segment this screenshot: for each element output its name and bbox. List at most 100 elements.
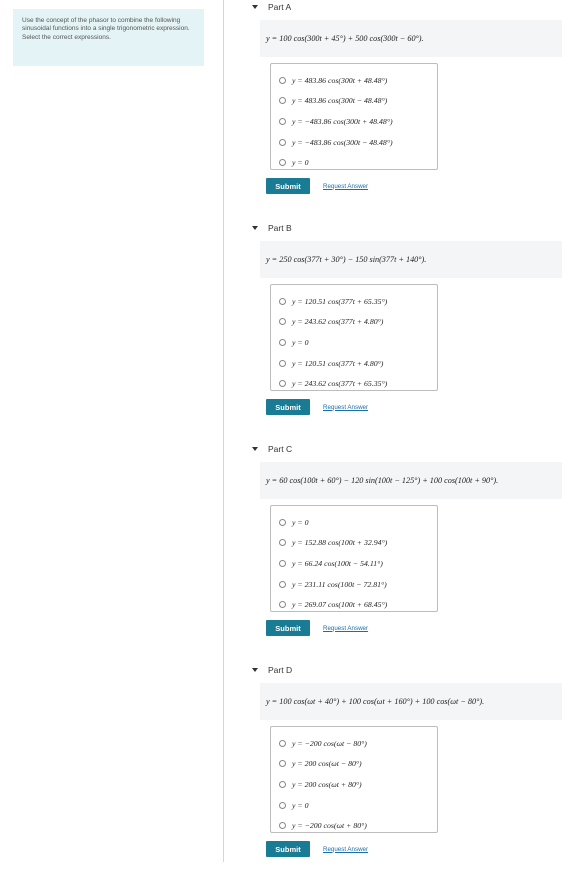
radio-button[interactable] (279, 159, 286, 167)
radio-button[interactable] (279, 601, 286, 609)
option-text: y = −200 cos(ωt + 80°) (292, 821, 367, 831)
radio-button[interactable] (279, 518, 286, 526)
radio-button[interactable] (279, 559, 286, 567)
answer-option[interactable]: y = 0 (279, 795, 437, 816)
part-actions: Submit Request Answer (266, 841, 368, 857)
option-text: y = 120.51 cos(377t + 4.80°) (292, 358, 384, 368)
option-text: y = 269.07 cos(100t + 68.45°) (292, 600, 388, 610)
answer-option[interactable]: y = 269.07 cos(100t + 68.45°) (279, 594, 437, 615)
request-answer-link[interactable]: Request Answer (323, 404, 368, 411)
caret-down-icon[interactable] (252, 226, 258, 230)
part-header[interactable]: Part A (246, 0, 291, 14)
part-actions: Submit Request Answer (266, 399, 368, 415)
radio-button[interactable] (279, 380, 286, 388)
answer-option[interactable]: y = 0 (279, 512, 437, 533)
answer-option[interactable]: y = −200 cos(ωt − 80°) (279, 733, 437, 754)
part-c: Part C y = 60 cos(100t + 60°) − 120 sin(… (246, 442, 562, 652)
column-divider (223, 0, 224, 862)
radio-button[interactable] (279, 580, 286, 588)
option-text: y = 152.88 cos(100t + 32.94°) (292, 538, 388, 548)
answer-option[interactable]: y = 120.51 cos(377t + 4.80°) (279, 353, 437, 374)
answer-options: y = 120.51 cos(377t + 65.35°) y = 243.62… (270, 284, 438, 391)
answer-option[interactable]: y = −200 cos(ωt + 80°) (279, 815, 437, 836)
part-actions: Submit Request Answer (266, 620, 368, 636)
option-text: y = 200 cos(ωt + 80°) (292, 779, 362, 789)
submit-button[interactable]: Submit (266, 399, 310, 415)
answer-option[interactable]: y = 66.24 cos(100t − 54.11°) (279, 553, 437, 574)
option-text: y = 0 (292, 337, 309, 347)
question-expression: y = 250 cos(377t + 30°) − 150 sin(377t +… (260, 241, 562, 278)
answer-option[interactable]: y = −483.86 cos(300t − 48.48°) (279, 132, 437, 153)
answer-option[interactable]: y = −483.86 cos(300t + 48.48°) (279, 111, 437, 132)
submit-button[interactable]: Submit (266, 620, 310, 636)
answer-option[interactable]: y = 120.51 cos(377t + 65.35°) (279, 291, 437, 312)
question-expression: y = 60 cos(100t + 60°) − 120 sin(100t − … (260, 462, 562, 499)
caret-down-icon[interactable] (252, 668, 258, 672)
radio-button[interactable] (279, 760, 286, 768)
answer-option[interactable]: y = 243.62 cos(377t + 4.80°) (279, 312, 437, 333)
submit-button[interactable]: Submit (266, 841, 310, 857)
answer-option[interactable]: y = 0 (279, 332, 437, 353)
option-text: y = −483.86 cos(300t − 48.48°) (292, 137, 393, 147)
question-expression: y = 100 cos(ωt + 40°) + 100 cos(ωt + 160… (260, 683, 562, 720)
answer-option[interactable]: y = 0 (279, 152, 437, 173)
question-text: y = 100 cos(300t + 45°) + 500 cos(300t −… (266, 34, 424, 43)
answer-option[interactable]: y = 483.86 cos(300t − 48.48°) (279, 91, 437, 112)
part-title: Part A (268, 2, 292, 12)
radio-button[interactable] (279, 822, 286, 830)
instructions-text: Use the concept of the phasor to combine… (22, 17, 190, 41)
question-expression: y = 100 cos(300t + 45°) + 500 cos(300t −… (260, 20, 562, 57)
radio-button[interactable] (279, 801, 286, 809)
radio-button[interactable] (279, 539, 286, 547)
radio-button[interactable] (279, 780, 286, 788)
submit-button[interactable]: Submit (266, 178, 310, 194)
request-answer-link[interactable]: Request Answer (323, 625, 368, 632)
radio-button[interactable] (279, 318, 286, 326)
option-text: y = 231.11 cos(100t − 72.81°) (292, 579, 387, 589)
option-text: y = −200 cos(ωt − 80°) (292, 738, 367, 748)
option-text: y = −483.86 cos(300t + 48.48°) (292, 116, 393, 126)
caret-down-icon[interactable] (252, 5, 258, 9)
answer-option[interactable]: y = 152.88 cos(100t + 32.94°) (279, 533, 437, 554)
radio-button[interactable] (279, 359, 286, 367)
answer-option[interactable]: y = 231.11 cos(100t − 72.81°) (279, 574, 437, 595)
part-header[interactable]: Part C (246, 442, 292, 456)
part-header[interactable]: Part D (246, 663, 292, 677)
option-text: y = 200 cos(ωt − 80°) (292, 759, 362, 769)
option-text: y = 483.86 cos(300t + 48.48°) (292, 75, 388, 85)
option-text: y = 0 (292, 800, 309, 810)
radio-button[interactable] (279, 338, 286, 346)
radio-button[interactable] (279, 297, 286, 305)
part-a: Part A y = 100 cos(300t + 45°) + 500 cos… (246, 0, 562, 210)
radio-button[interactable] (279, 97, 286, 105)
answer-option[interactable]: y = 200 cos(ωt − 80°) (279, 754, 437, 775)
radio-button[interactable] (279, 117, 286, 125)
part-actions: Submit Request Answer (266, 178, 368, 194)
question-text: y = 100 cos(ωt + 40°) + 100 cos(ωt + 160… (266, 697, 485, 706)
instructions-panel: Use the concept of the phasor to combine… (13, 9, 204, 66)
answer-option[interactable]: y = 200 cos(ωt + 80°) (279, 774, 437, 795)
option-text: y = 0 (292, 517, 309, 527)
answer-options: y = −200 cos(ωt − 80°) y = 200 cos(ωt − … (270, 726, 438, 833)
answer-option[interactable]: y = 483.86 cos(300t + 48.48°) (279, 70, 437, 91)
part-title: Part D (268, 665, 293, 675)
question-text: y = 60 cos(100t + 60°) − 120 sin(100t − … (266, 476, 499, 485)
option-text: y = 243.62 cos(377t + 65.35°) (292, 379, 388, 389)
part-d: Part D y = 100 cos(ωt + 40°) + 100 cos(ω… (246, 663, 562, 873)
radio-button[interactable] (279, 138, 286, 146)
part-header[interactable]: Part B (246, 221, 292, 235)
part-title: Part C (268, 444, 293, 454)
option-text: y = 243.62 cos(377t + 4.80°) (292, 317, 384, 327)
radio-button[interactable] (279, 76, 286, 84)
part-title: Part B (268, 223, 292, 233)
question-text: y = 250 cos(377t + 30°) − 150 sin(377t +… (266, 255, 427, 264)
answer-options: y = 483.86 cos(300t + 48.48°) y = 483.86… (270, 63, 438, 170)
option-text: y = 483.86 cos(300t − 48.48°) (292, 96, 388, 106)
request-answer-link[interactable]: Request Answer (323, 846, 368, 853)
option-text: y = 0 (292, 158, 309, 168)
option-text: y = 66.24 cos(100t − 54.11°) (292, 558, 383, 568)
request-answer-link[interactable]: Request Answer (323, 183, 368, 190)
caret-down-icon[interactable] (252, 447, 258, 451)
radio-button[interactable] (279, 739, 286, 747)
answer-option[interactable]: y = 243.62 cos(377t + 65.35°) (279, 373, 437, 394)
